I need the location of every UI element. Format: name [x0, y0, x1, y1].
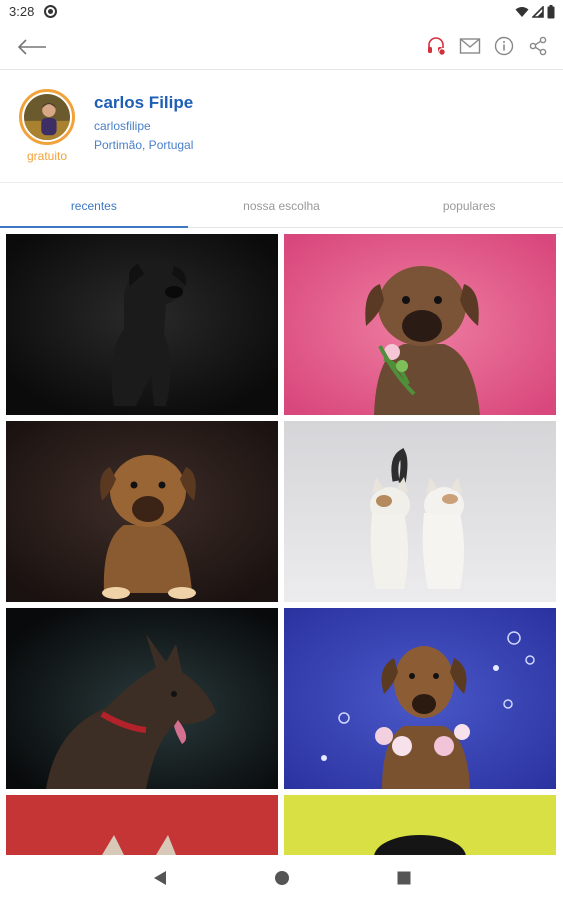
- profile-header: gratuito carlos Filipe carlosfilipe Port…: [0, 71, 563, 183]
- app-bar-actions: [425, 34, 549, 58]
- photo-tile[interactable]: [284, 421, 556, 602]
- photo-fluffy-puppy: [6, 421, 278, 602]
- photo-tile[interactable]: [284, 795, 556, 855]
- photo-dog-flowers-blue: [284, 608, 556, 789]
- recents-square-icon: [397, 871, 410, 884]
- photo-tile[interactable]: [6, 795, 278, 855]
- photo-tile[interactable]: [6, 608, 278, 789]
- app-bar: [0, 24, 563, 70]
- nav-back-button[interactable]: [148, 866, 172, 890]
- photo-grid: [6, 234, 558, 855]
- photo-tile[interactable]: [284, 608, 556, 789]
- tab-populares[interactable]: populares: [375, 184, 563, 227]
- nav-recents-button[interactable]: [392, 866, 416, 890]
- photo-black-puppy: [6, 234, 278, 415]
- battery-icon: [547, 5, 555, 19]
- back-triangle-icon: [153, 870, 166, 885]
- profile-name: carlos Filipe: [94, 93, 194, 112]
- back-arrow-icon: [17, 39, 46, 55]
- info-button[interactable]: [493, 34, 515, 58]
- photo-wolf-dog: [6, 608, 278, 789]
- share-button[interactable]: [527, 34, 549, 58]
- system-nav-bar: [0, 855, 563, 900]
- tab-recentes[interactable]: recentes: [0, 184, 188, 228]
- support-button[interactable]: [425, 34, 447, 58]
- photo-puppy-pink: [284, 234, 556, 415]
- free-badge: gratuito: [26, 149, 68, 163]
- profile-location: Portimão, Portugal: [94, 138, 194, 152]
- photo-tile[interactable]: [6, 421, 278, 602]
- nav-home-button[interactable]: [270, 866, 294, 890]
- tab-bar: recentes nossa escolha populares: [0, 184, 563, 228]
- photo-dark-dog-yellow: [284, 795, 556, 855]
- profile-username: carlosfilipe: [94, 119, 151, 133]
- info-icon: [494, 36, 514, 56]
- share-icon: [529, 36, 547, 56]
- status-time: 3:28: [9, 4, 35, 19]
- wifi-icon: [515, 7, 529, 17]
- signal-icon: [532, 6, 544, 18]
- photo-tile[interactable]: [284, 234, 556, 415]
- tab-nossa-escolha[interactable]: nossa escolha: [188, 184, 376, 227]
- photo-dog-ears-red: [6, 795, 278, 855]
- status-icons: [515, 4, 555, 20]
- home-circle-icon: [274, 870, 289, 885]
- avatar[interactable]: [19, 89, 75, 145]
- mail-icon: [459, 38, 481, 54]
- back-button[interactable]: [14, 32, 50, 62]
- photo-tile[interactable]: [6, 234, 278, 415]
- mail-button[interactable]: [459, 34, 481, 58]
- avatar-photo: [24, 94, 70, 140]
- status-bar: 3:28: [0, 0, 563, 24]
- photo-two-kittens: [284, 421, 556, 602]
- app-notification-icon: [44, 5, 57, 18]
- support-alert-icon: [428, 37, 446, 56]
